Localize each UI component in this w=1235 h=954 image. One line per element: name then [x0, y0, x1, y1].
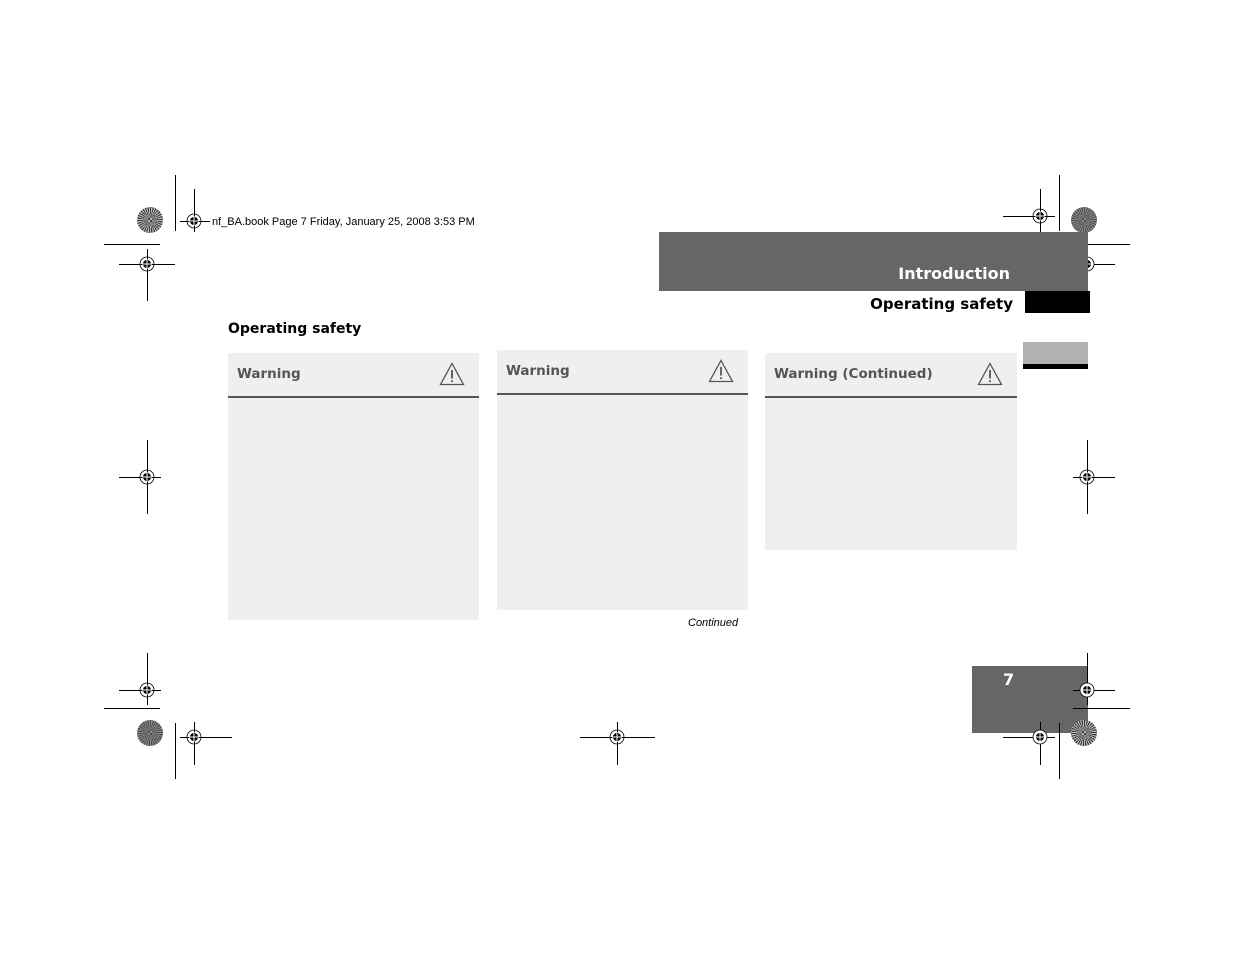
registration-mark-icon — [1032, 729, 1048, 745]
page-number: 7 — [1003, 670, 1015, 689]
crop-line — [175, 175, 176, 231]
warning-box-header: Warning — [228, 353, 479, 398]
registration-mark-icon — [1079, 682, 1095, 698]
registration-mark-icon — [139, 256, 155, 272]
crop-line — [1073, 708, 1130, 709]
color-target-icon — [1071, 207, 1097, 233]
warning-triangle-icon — [977, 362, 1003, 386]
registration-mark-icon — [139, 682, 155, 698]
color-target-icon — [137, 207, 163, 233]
chapter-header-band: Introduction — [659, 232, 1088, 291]
warning-box: Warning — [228, 353, 479, 620]
registration-mark-icon — [186, 729, 202, 745]
warning-box: Warning — [497, 350, 748, 610]
crop-line — [1059, 723, 1060, 779]
crop-line — [104, 244, 160, 245]
warning-box: Warning (Continued) — [765, 353, 1017, 550]
thumb-tab-marker — [1023, 342, 1088, 369]
print-info: nf_BA.book Page 7 Friday, January 25, 20… — [212, 216, 475, 228]
color-target-icon — [1071, 720, 1097, 746]
chapter-title: Introduction — [898, 264, 1010, 283]
continued-label: Continued — [688, 617, 739, 629]
registration-mark-icon — [186, 213, 202, 229]
color-target-icon — [137, 720, 163, 746]
warning-label: Warning — [237, 366, 301, 382]
crop-line — [104, 708, 160, 709]
warning-box-header: Warning — [497, 350, 748, 395]
registration-mark-icon — [1079, 469, 1095, 485]
warning-label: Warning (Continued) — [774, 366, 933, 382]
section-title: Operating safety — [870, 295, 1013, 313]
warning-triangle-icon — [708, 359, 734, 383]
registration-mark-icon — [609, 729, 625, 745]
warning-triangle-icon — [439, 362, 465, 386]
crop-line — [175, 723, 176, 779]
registration-mark-icon — [139, 469, 155, 485]
section-tab-marker — [1025, 291, 1090, 313]
warning-label: Warning — [506, 363, 570, 379]
crop-line — [1059, 175, 1060, 231]
warning-box-header: Warning (Continued) — [765, 353, 1017, 398]
registration-mark-icon — [1032, 208, 1048, 224]
page-heading: Operating safety — [228, 321, 362, 337]
page-number-box: 7 — [972, 666, 1088, 733]
